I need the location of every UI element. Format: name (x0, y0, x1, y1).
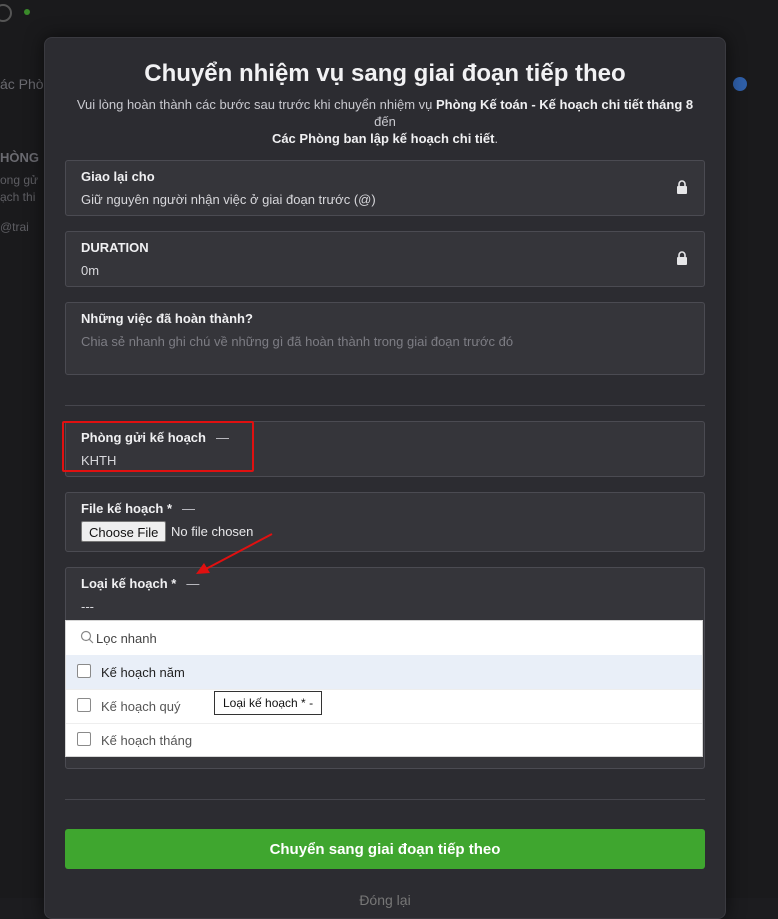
bg-text-3: ong gử (0, 173, 39, 187)
file-label: File kế hoạch * — (81, 501, 195, 516)
dropdown-option-label: Kế hoạch tháng (101, 733, 193, 748)
dropdown-search-input[interactable] (96, 627, 496, 649)
file-dash: — (182, 501, 196, 516)
lock-icon (677, 251, 687, 265)
bg-avatar-icon (733, 77, 747, 91)
checkbox[interactable] (77, 664, 91, 678)
desc-stage: Các Phòng ban lập kế hoạch chi tiết (271, 131, 495, 146)
modal-description: Vui lòng hoàn thành các bước sau trước k… (65, 96, 705, 147)
lock-icon (677, 180, 687, 194)
plan-type-value[interactable]: --- (81, 599, 94, 614)
file-field: File kế hoạch * — Choose File No file cho… (65, 492, 705, 552)
desc-mid: đến (374, 114, 396, 129)
annotation-arrow-icon (196, 533, 273, 574)
dropdown-option[interactable]: Kế hoạch tháng (66, 723, 702, 757)
dropdown-option[interactable]: Kế hoạch năm (66, 655, 702, 690)
plan-type-dropdown: Kế hoạch năm Kế hoạch quý Kế hoạch tháng (65, 620, 703, 757)
annotation-highlight-box (62, 421, 254, 472)
done-notes-field[interactable]: Những việc đã hoàn thành? Chia sẻ nhanh … (65, 302, 705, 375)
plan-type-dash: — (186, 576, 200, 591)
assign-field: Giao lại cho Giữ nguyên người nhận việc … (65, 160, 705, 216)
close-link[interactable]: Đóng lại (45, 892, 725, 908)
duration-value: 0m (81, 263, 100, 278)
modal-title: Chuyển nhiệm vụ sang giai đoạn tiếp theo (144, 60, 626, 87)
next-stage-button[interactable]: Chuyển sang giai đoạn tiếp theo (65, 829, 705, 869)
bg-text-1: ác Phò (0, 76, 44, 92)
section-divider (65, 405, 705, 406)
status-dot-icon (24, 9, 30, 15)
bg-text-4: ạch thi (0, 190, 36, 204)
plan-type-label-text: Loại kế hoạch * (81, 576, 177, 591)
desc-prefix: Vui lòng hoàn thành các bước sau trước k… (76, 97, 437, 112)
app-logo-icon (0, 4, 12, 22)
dropdown-option[interactable]: Kế hoạch quý (66, 689, 702, 724)
section-divider (65, 799, 705, 800)
plan-type-label: Loại kế hoạch * — (81, 576, 199, 591)
assign-label: Giao lại cho (81, 169, 155, 184)
dropdown-option-label: Kế hoạch quý (101, 699, 181, 714)
duration-label: DURATION (81, 240, 149, 255)
bg-text-5: @trai (0, 220, 29, 234)
file-label-text: File kế hoạch * (81, 501, 173, 516)
search-icon (80, 630, 94, 644)
checkbox[interactable] (77, 698, 91, 712)
done-notes-label: Những việc đã hoàn thành? (81, 311, 253, 326)
done-notes-input[interactable]: Chia sẻ nhanh ghi chú về những gì đã hoà… (81, 334, 513, 349)
desc-suffix: . (494, 131, 499, 146)
duration-field: DURATION 0m (65, 231, 705, 287)
desc-task: Phòng Kế toán - Kế hoạch chi tiết tháng … (436, 97, 694, 112)
choose-file-button[interactable]: Choose File (81, 521, 167, 542)
transition-modal: Chuyển nhiệm vụ sang giai đoạn tiếp theo… (44, 37, 726, 919)
tooltip: Loại kế hoạch * - (214, 691, 323, 715)
dropdown-option-label: Kế hoạch năm (101, 665, 185, 680)
dropdown-search (66, 621, 702, 656)
checkbox[interactable] (77, 732, 91, 746)
assign-value: Giữ nguyên người nhận việc ở giai đoạn t… (81, 192, 376, 207)
bg-text-2: HÒNG (0, 150, 39, 165)
